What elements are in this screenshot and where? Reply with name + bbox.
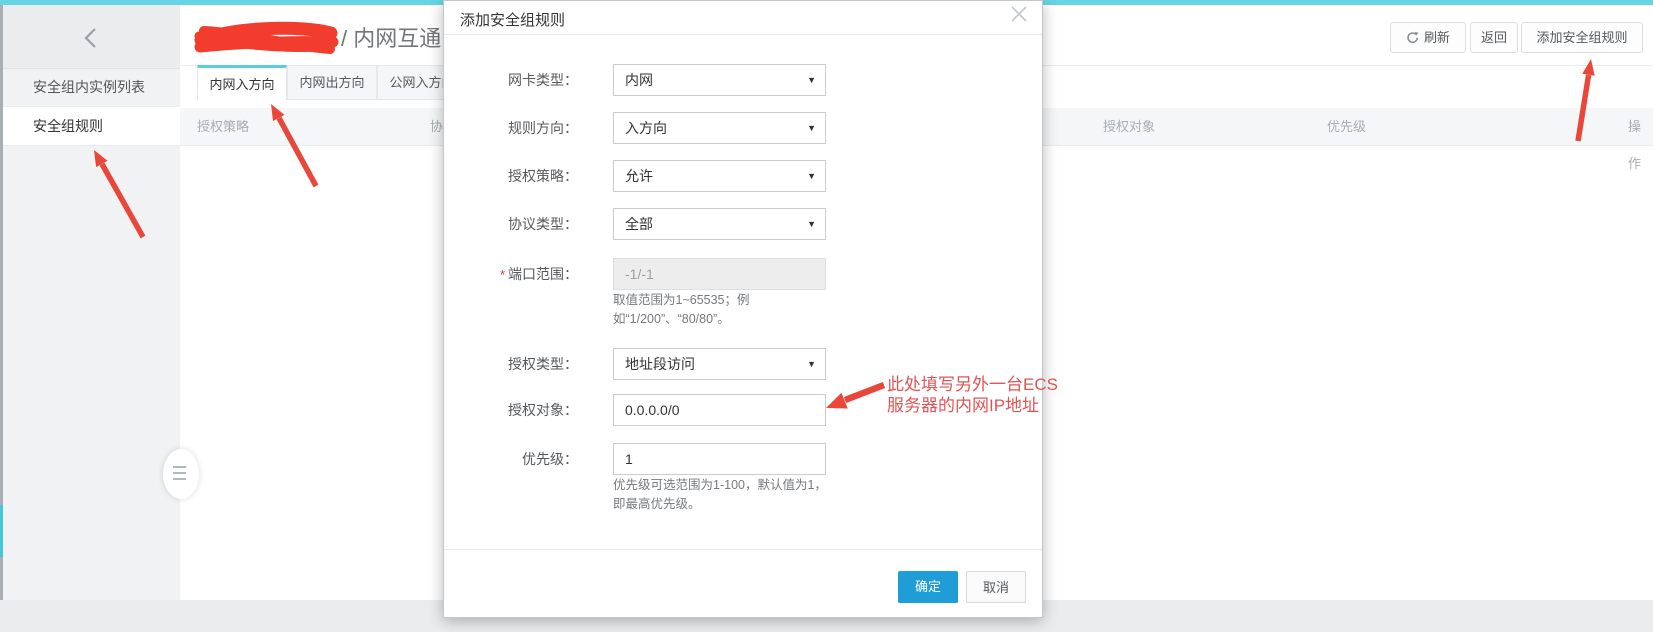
nic-type-select[interactable]: 内网 ▼ (613, 64, 826, 96)
col-auth-object: 授权对象 (1103, 108, 1155, 145)
page-title: / 内网互通 (341, 21, 441, 53)
auth-type-select[interactable]: 地址段访问 ▼ (613, 348, 826, 380)
select-value: 允许 (625, 168, 653, 184)
refresh-button[interactable]: 刷新 (1390, 22, 1466, 53)
select-value: 全部 (625, 216, 653, 232)
protocol-type-select[interactable]: 全部 ▼ (613, 208, 826, 240)
rule-direction-select[interactable]: 入方向 ▼ (613, 112, 826, 144)
dropdown-arrow-icon: ▼ (807, 349, 816, 379)
select-value: 地址段访问 (625, 356, 695, 372)
required-asterisk: * (500, 267, 505, 282)
sidebar: 安全组内实例列表 安全组规则 (3, 5, 180, 600)
refresh-icon (1406, 31, 1419, 44)
tab-label: 内网出方向 (299, 75, 364, 90)
add-rule-dialog: 添加安全组规则 网卡类型： 内网 ▼ 规则方向： 入方向 ▼ 授权策 (443, 0, 1043, 618)
add-rule-button[interactable]: 添加安全组规则 (1521, 22, 1643, 53)
tab-label: 内网入方向 (209, 77, 274, 92)
port-range-label: *端口范围： (444, 258, 578, 291)
left-scrollbar[interactable] (0, 5, 3, 600)
ecs-annotation-text: 此处填写另外一台ECS 服务器的内网IP地址 (887, 374, 1067, 416)
back-label: 返回 (1481, 30, 1507, 45)
page: 安全组内实例列表 安全组规则 / 内网互通 刷新 返回 添加安全组规则 (0, 0, 1653, 632)
dialog-title-divider (444, 34, 1042, 35)
sidebar-item-label: 安全组规则 (33, 118, 103, 134)
sidebar-item-rules[interactable]: 安全组规则 (3, 107, 180, 146)
close-icon (1010, 5, 1028, 23)
auth-policy-label: 授权策略： (444, 160, 578, 192)
priority-help: 优先级可选范围为1-100，默认值为1， 即最高优先级。 (613, 476, 827, 514)
col-priority: 优先级 (1327, 108, 1366, 145)
refresh-label: 刷新 (1424, 30, 1450, 45)
sidebar-item-instances[interactable]: 安全组内实例列表 (3, 68, 180, 107)
auth-object-label: 授权对象： (444, 394, 578, 426)
dialog-title: 添加安全组规则 (460, 9, 565, 30)
tab-intranet-inbound[interactable]: 内网入方向 (197, 65, 287, 100)
priority-input[interactable] (613, 443, 826, 475)
nic-type-label: 网卡类型： (444, 64, 578, 96)
auth-type-label: 授权类型： (444, 348, 578, 380)
back-nav-button[interactable]: 返回 (1470, 22, 1518, 53)
protocol-type-label: 协议类型： (444, 208, 578, 240)
add-rule-label: 添加安全组规则 (1536, 30, 1627, 45)
cancel-button[interactable]: 取消 (966, 571, 1026, 603)
priority-label: 优先级： (444, 443, 578, 475)
back-button[interactable] (3, 5, 180, 69)
sidebar-item-label: 安全组内实例列表 (33, 79, 145, 95)
dropdown-arrow-icon: ▼ (807, 209, 816, 239)
col-auth-policy: 授权策略 (197, 108, 249, 145)
auth-policy-select[interactable]: 允许 ▼ (613, 160, 826, 192)
dropdown-arrow-icon: ▼ (807, 65, 816, 95)
chevron-left-icon (83, 27, 99, 49)
dropdown-arrow-icon: ▼ (807, 113, 816, 143)
ok-button[interactable]: 确定 (898, 571, 958, 603)
auth-object-input[interactable] (613, 394, 826, 426)
tab-intranet-outbound[interactable]: 内网出方向 (287, 65, 377, 100)
select-value: 内网 (625, 72, 653, 88)
scrollbar-thumb[interactable] (0, 505, 3, 557)
dropdown-arrow-icon: ▼ (807, 161, 816, 191)
dialog-footer-divider (444, 549, 1042, 550)
select-value: 入方向 (625, 120, 667, 136)
close-button[interactable] (1010, 5, 1028, 23)
rule-direction-label: 规则方向： (444, 112, 578, 144)
sidebar-collapse-handle[interactable] (163, 449, 199, 499)
port-range-help: 取值范围为1~65535；例 如“1/200”、“80/80”。 (613, 291, 750, 329)
hamburger-icon (173, 466, 186, 480)
port-range-input[interactable] (613, 258, 826, 290)
col-actions: 操作 (1628, 108, 1653, 145)
